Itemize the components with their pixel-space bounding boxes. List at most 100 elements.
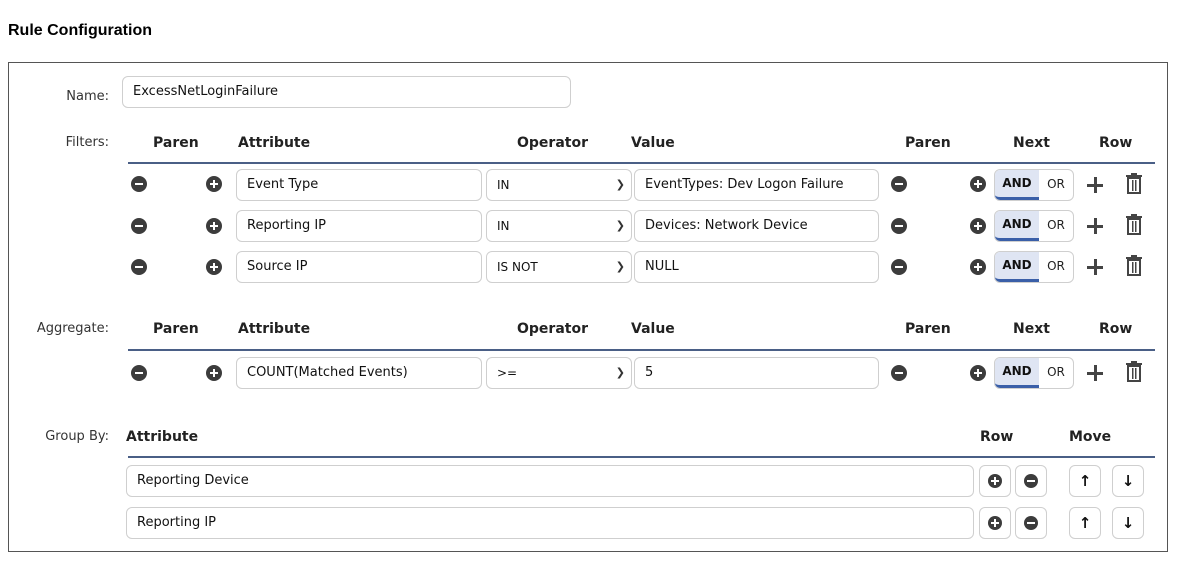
name-label: Name: [66,89,109,104]
trash-icon[interactable] [1125,214,1143,236]
attribute-field[interactable]: Reporting IP [236,210,482,242]
name-field[interactable]: ExcessNetLoginFailure [122,76,571,108]
minus-circle-icon[interactable] [131,218,147,234]
minus-circle-icon[interactable] [891,259,907,275]
group-by-attribute-field[interactable]: Reporting Device [126,465,974,497]
add-row-icon[interactable] [1084,174,1106,196]
plus-circle-icon [988,474,1002,488]
operator-value: >= [497,366,518,380]
value-field[interactable]: EventTypes: Dev Logon Failure [634,169,879,201]
aggregate-header-row: Row [1099,321,1133,337]
page-title: Rule Configuration [8,22,152,39]
aggregate-header-divider [128,349,1155,351]
arrow-up-icon: ↑ [1078,472,1092,490]
attribute-field[interactable]: Event Type [236,169,482,201]
filters-header-next: Next [1013,135,1050,151]
aggregate-header-operator: Operator [517,321,588,337]
next-toggle: AND OR [994,251,1074,283]
operator-value: IN [497,219,510,233]
filters-header-paren-open: Paren [153,135,199,151]
and-option[interactable]: AND [995,211,1039,241]
filters-header-value: Value [631,135,675,151]
move-up-button[interactable]: ↑ [1069,507,1101,539]
minus-circle-icon [1024,474,1038,488]
aggregate-header-paren-open: Paren [153,321,199,337]
next-toggle: AND OR [994,357,1074,389]
attribute-field[interactable]: COUNT(Matched Events) [236,357,482,389]
arrow-down-icon: ↓ [1121,472,1135,490]
move-down-button[interactable]: ↓ [1112,507,1144,539]
add-row-icon[interactable] [1084,256,1106,278]
and-option[interactable]: AND [995,358,1039,388]
group-by-header-divider [128,456,1155,458]
aggregate-header-next: Next [1013,321,1050,337]
operator-select[interactable]: IN ❯ [486,210,632,242]
plus-circle-icon[interactable] [970,218,986,234]
filters-label: Filters: [65,135,109,150]
group-by-header-attribute: Attribute [126,429,199,445]
filters-header-attribute: Attribute [238,135,311,151]
plus-circle-icon[interactable] [206,218,222,234]
plus-circle-icon[interactable] [970,259,986,275]
add-row-icon[interactable] [1084,362,1106,384]
add-row-icon[interactable] [1084,215,1106,237]
operator-value: IN [497,178,510,192]
minus-circle-icon[interactable] [891,176,907,192]
arrow-up-icon: ↑ [1078,514,1092,532]
chevron-down-icon: ❯ [615,260,625,273]
aggregate-header-value: Value [631,321,675,337]
minus-circle-icon[interactable] [891,218,907,234]
value-field[interactable]: Devices: Network Device [634,210,879,242]
plus-circle-icon[interactable] [206,259,222,275]
or-option[interactable]: OR [1039,252,1073,282]
plus-circle-icon[interactable] [206,365,222,381]
trash-icon[interactable] [1125,361,1143,383]
group-by-attribute-field[interactable]: Reporting IP [126,507,974,539]
or-option[interactable]: OR [1039,170,1073,200]
remove-group-row-button[interactable] [1015,507,1047,539]
trash-icon[interactable] [1125,255,1143,277]
chevron-down-icon: ❯ [615,366,625,379]
aggregate-header-attribute: Attribute [238,321,311,337]
minus-circle-icon[interactable] [131,259,147,275]
minus-circle-icon[interactable] [131,365,147,381]
plus-circle-icon[interactable] [970,176,986,192]
value-field[interactable]: NULL [634,251,879,283]
aggregate-header-paren-close: Paren [905,321,951,337]
operator-select[interactable]: IS NOT ❯ [486,251,632,283]
add-group-row-button[interactable] [979,507,1011,539]
filters-header-operator: Operator [517,135,588,151]
attribute-field[interactable]: Source IP [236,251,482,283]
next-toggle: AND OR [994,210,1074,242]
filters-header-divider [128,162,1155,164]
add-group-row-button[interactable] [979,465,1011,497]
move-down-button[interactable]: ↓ [1112,465,1144,497]
group-by-header-move: Move [1069,429,1112,445]
or-option[interactable]: OR [1039,358,1073,388]
plus-circle-icon[interactable] [206,176,222,192]
value-field[interactable]: 5 [634,357,879,389]
or-option[interactable]: OR [1039,211,1073,241]
move-up-button[interactable]: ↑ [1069,465,1101,497]
aggregate-label: Aggregate: [36,321,109,336]
operator-value: IS NOT [497,260,538,274]
trash-icon[interactable] [1125,173,1143,195]
remove-group-row-button[interactable] [1015,465,1047,497]
group-by-label: Group By: [45,429,109,444]
arrow-down-icon: ↓ [1121,514,1135,532]
minus-circle-icon [1024,516,1038,530]
chevron-down-icon: ❯ [615,219,625,232]
plus-circle-icon[interactable] [970,365,986,381]
minus-circle-icon[interactable] [891,365,907,381]
filters-header-row: Row [1099,135,1133,151]
and-option[interactable]: AND [995,252,1039,282]
filters-header-paren-close: Paren [905,135,951,151]
chevron-down-icon: ❯ [615,178,625,191]
plus-circle-icon [988,516,1002,530]
minus-circle-icon[interactable] [131,176,147,192]
operator-select[interactable]: >= ❯ [486,357,632,389]
group-by-header-row: Row [980,429,1014,445]
operator-select[interactable]: IN ❯ [486,169,632,201]
rule-configuration-panel: Name: ExcessNetLoginFailure Filters: Par… [8,62,1168,552]
and-option[interactable]: AND [995,170,1039,200]
